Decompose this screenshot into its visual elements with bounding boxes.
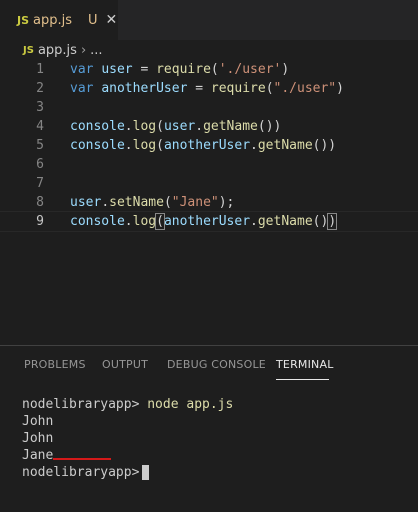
code-text: var user = require('./user') bbox=[70, 62, 290, 77]
close-icon[interactable]: ✕ bbox=[106, 12, 118, 28]
line-number: 6 bbox=[36, 157, 44, 172]
line-number: 4 bbox=[36, 119, 44, 134]
code-text: var anotherUser = require("./user") bbox=[70, 81, 344, 96]
terminal-line: nodelibraryapp> bbox=[22, 464, 412, 481]
tab-debug-console[interactable]: DEBUG CONSOLE bbox=[167, 358, 266, 371]
code-line[interactable]: 7 bbox=[0, 174, 418, 193]
tab-filename: app.js bbox=[33, 12, 73, 28]
terminal-prompt: nodelibraryapp> bbox=[22, 465, 140, 480]
line-number: 1 bbox=[36, 62, 44, 77]
line-number: 8 bbox=[36, 195, 44, 210]
terminal-line: nodelibraryapp> node app.js bbox=[22, 396, 412, 413]
active-tab-indicator bbox=[276, 379, 329, 380]
tab-app-js[interactable]: JS app.js U ✕ bbox=[0, 0, 118, 40]
code-line[interactable]: 8 user.setName("Jane"); bbox=[0, 193, 418, 212]
code-line[interactable]: 6 bbox=[0, 155, 418, 174]
code-line-current[interactable]: 9 console.log(anotherUser.getName()) bbox=[0, 211, 418, 232]
red-annotation-underline bbox=[53, 458, 111, 460]
line-number: 7 bbox=[36, 176, 44, 191]
javascript-file-icon: JS bbox=[17, 13, 30, 27]
bottom-panel: PROBLEMS OUTPUT DEBUG CONSOLE TERMINAL n… bbox=[0, 345, 418, 512]
text-cursor bbox=[336, 214, 338, 229]
line-number: 9 bbox=[36, 214, 44, 229]
code-text: console.log(user.getName()) bbox=[70, 119, 282, 134]
line-number: 2 bbox=[36, 81, 44, 96]
line-number: 5 bbox=[36, 138, 44, 153]
terminal-line: John bbox=[22, 414, 54, 429]
panel-tab-bar: PROBLEMS OUTPUT DEBUG CONSOLE TERMINAL bbox=[0, 346, 418, 384]
code-line[interactable]: 5 console.log(anotherUser.getName()) bbox=[0, 136, 418, 155]
code-line[interactable]: 1 var user = require('./user') bbox=[0, 60, 418, 79]
line-number: 3 bbox=[36, 100, 44, 115]
terminal-output[interactable]: nodelibraryapp> node app.js John John Ja… bbox=[22, 396, 412, 481]
terminal-command: node app.js bbox=[147, 397, 234, 412]
editor-tab-bar: JS app.js U ✕ bbox=[0, 0, 418, 40]
terminal-line: John bbox=[22, 431, 54, 446]
breadcrumb-file[interactable]: app.js bbox=[38, 43, 77, 58]
breadcrumb: JS app.js › ... bbox=[0, 40, 418, 60]
breadcrumb-more[interactable]: ... bbox=[90, 43, 102, 58]
code-text: console.log(anotherUser.getName()) bbox=[70, 213, 338, 230]
chevron-right-icon: › bbox=[80, 42, 87, 58]
code-text: console.log(anotherUser.getName()) bbox=[70, 138, 337, 153]
javascript-file-icon: JS bbox=[23, 44, 34, 56]
terminal-prompt: nodelibraryapp> bbox=[22, 397, 140, 412]
terminal-cursor bbox=[142, 465, 150, 480]
tab-output[interactable]: OUTPUT bbox=[102, 358, 148, 371]
terminal-line: Jane bbox=[22, 448, 54, 463]
code-line[interactable]: 4 console.log(user.getName()) bbox=[0, 117, 418, 136]
tab-terminal[interactable]: TERMINAL bbox=[276, 358, 334, 371]
code-text: user.setName("Jane"); bbox=[70, 195, 235, 210]
untracked-status-badge: U bbox=[88, 12, 98, 28]
code-editor[interactable]: 1 var user = require('./user') 2 var ano… bbox=[0, 60, 418, 345]
code-line[interactable]: 3 bbox=[0, 98, 418, 117]
tab-problems[interactable]: PROBLEMS bbox=[24, 358, 86, 371]
code-line[interactable]: 2 var anotherUser = require("./user") bbox=[0, 79, 418, 98]
